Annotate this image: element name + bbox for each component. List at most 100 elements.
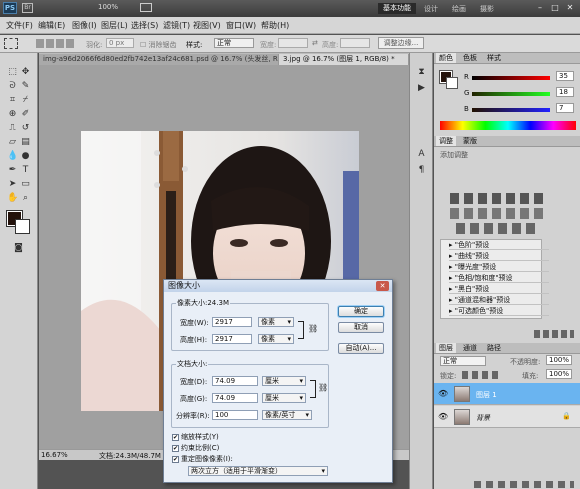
resolution-input[interactable]: 100 <box>212 410 258 420</box>
g-value-input[interactable]: 18 <box>556 87 574 97</box>
pixel-height-input[interactable]: 2917 <box>212 334 252 344</box>
workspace-photography[interactable]: 摄影 <box>480 4 494 14</box>
pen-tool-icon[interactable]: ✒ <box>7 165 18 176</box>
swap-icon[interactable]: ⇄ <box>312 39 318 47</box>
auto-button[interactable]: 自动(A)... <box>338 343 384 354</box>
paragraph-panel-icon[interactable]: ¶ <box>416 165 427 176</box>
menu-select[interactable]: 选择(S) <box>131 20 158 31</box>
maximize-button[interactable]: □ <box>549 3 561 13</box>
clone-stamp-icon[interactable]: ⎍ <box>7 123 18 134</box>
width-input[interactable] <box>278 38 308 48</box>
quick-mask-icon[interactable]: ◙ <box>13 243 24 254</box>
g-slider[interactable] <box>472 92 550 96</box>
layer-row-layer1[interactable]: 👁 图层 1 <box>434 383 580 405</box>
zoom-status[interactable]: 16.67% <box>41 451 68 459</box>
brush-tool-icon[interactable]: ✐ <box>20 109 31 120</box>
arrange-docs-icon[interactable] <box>140 3 152 12</box>
doc-height-unit-select[interactable]: 厘米 <box>262 393 306 403</box>
menu-edit[interactable]: 编辑(E) <box>38 20 65 31</box>
pixel-width-input[interactable]: 2917 <box>212 317 252 327</box>
preset-curves[interactable]: ▸ "曲线"预设 <box>449 251 549 261</box>
adjust-panel-footer-icons[interactable] <box>534 330 574 338</box>
path-select-icon[interactable]: ➤ <box>7 179 18 190</box>
quick-select-icon[interactable]: ✎ <box>20 81 31 92</box>
visibility-eye-icon[interactable]: 👁 <box>438 412 448 421</box>
menu-file[interactable]: 文件(F) <box>6 20 33 31</box>
adjustment-icons-row2[interactable] <box>450 208 548 219</box>
tab-layers[interactable]: 图层 <box>436 343 456 353</box>
doc-width-unit-select[interactable]: 厘米 <box>262 376 306 386</box>
zoom-tool-icon[interactable]: ⌕ <box>20 193 31 204</box>
preset-selective-color[interactable]: ▸ "可选颜色"预设 <box>449 306 549 316</box>
pixel-height-unit-select[interactable]: 像素 <box>258 334 294 344</box>
height-input[interactable] <box>340 38 370 48</box>
opacity-input[interactable]: 100% <box>546 355 572 365</box>
layer-row-background[interactable]: 👁 背景 🔒 <box>434 406 580 428</box>
layer-name[interactable]: 图层 1 <box>476 390 497 400</box>
selection-mode-icons[interactable] <box>36 39 76 48</box>
r-slider[interactable] <box>472 76 550 80</box>
close-button[interactable]: ✕ <box>564 3 576 13</box>
minimize-button[interactable]: – <box>534 3 546 13</box>
preset-levels[interactable]: ▸ "色阶"预设 <box>449 240 549 250</box>
tab-channels[interactable]: 通道 <box>460 343 480 353</box>
doc-height-input[interactable]: 74.09 <box>212 393 258 403</box>
constrain-proportions-checkbox[interactable]: ✔ 约束比例(C) <box>172 443 219 453</box>
workspace-painting[interactable]: 绘画 <box>452 4 466 14</box>
hand-tool-icon[interactable]: ✋ <box>7 193 18 204</box>
blend-mode-select[interactable]: 正常 <box>440 356 486 366</box>
resample-checkbox[interactable]: ✔ 重定图像像素(I): <box>172 454 233 464</box>
zoom-level-display[interactable]: 100% <box>98 3 118 11</box>
tab-adjustments[interactable]: 调整 <box>436 136 456 146</box>
resample-method-select[interactable]: 两次立方（适用于平滑渐变） <box>188 466 328 476</box>
doc-width-input[interactable]: 74.09 <box>212 376 258 386</box>
crop-tool-icon[interactable]: ⌗ <box>7 95 18 106</box>
tab-color[interactable]: 颜色 <box>436 53 456 63</box>
b-slider[interactable] <box>472 108 550 112</box>
ok-button[interactable]: 确定 <box>338 306 384 317</box>
style-select[interactable]: 正常 <box>214 38 254 48</box>
antialias-checkbox[interactable]: ☐ 消除锯齿 <box>140 40 177 50</box>
healing-brush-icon[interactable]: ⊕ <box>7 109 18 120</box>
cancel-button[interactable]: 取消 <box>338 322 384 333</box>
tab-masks[interactable]: 蒙版 <box>460 136 480 146</box>
adjustment-icons-row1[interactable] <box>450 193 548 204</box>
pixel-width-unit-select[interactable]: 像素 <box>258 317 294 327</box>
preset-channel-mixer[interactable]: ▸ "通道混和器"预设 <box>449 295 549 305</box>
feather-input[interactable]: 0 px <box>106 38 134 48</box>
scale-styles-checkbox[interactable]: ✔ 缩放样式(Y) <box>172 432 219 442</box>
adjustment-icons-row3[interactable] <box>456 223 540 234</box>
workspace-active-button[interactable]: 基本功能 <box>378 3 416 14</box>
fill-input[interactable]: 100% <box>546 369 572 379</box>
menu-window[interactable]: 窗口(W) <box>226 20 256 31</box>
gradient-tool-icon[interactable]: ▤ <box>20 137 31 148</box>
menu-layer[interactable]: 图层(L) <box>101 20 128 31</box>
type-tool-icon[interactable]: T <box>20 165 31 176</box>
lasso-tool-icon[interactable]: ᘐ <box>7 81 18 92</box>
tab-paths[interactable]: 路径 <box>484 343 504 353</box>
shape-tool-icon[interactable]: ▭ <box>20 179 31 190</box>
menu-filter[interactable]: 滤镜(T) <box>163 20 190 31</box>
preset-black-white[interactable]: ▸ "黑白"预设 <box>449 284 549 294</box>
tab-swatches[interactable]: 色板 <box>460 53 480 63</box>
preset-exposure[interactable]: ▸ "曝光度"预设 <box>449 262 549 272</box>
background-color-swatch[interactable] <box>15 219 30 234</box>
layers-footer-icons[interactable] <box>474 481 574 488</box>
move-tool-icon[interactable]: ✥ <box>20 67 31 78</box>
marquee-tool-icon[interactable]: ⬚ <box>7 67 18 78</box>
history-panel-icon[interactable]: ⧗ <box>416 67 427 78</box>
tab-jpg-document[interactable]: 3.jpg @ 16.7% (图层 1, RGB/8) * <box>279 54 409 65</box>
preset-hue-saturation[interactable]: ▸ "色相/饱和度"预设 <box>449 273 549 283</box>
b-value-input[interactable]: 7 <box>556 103 574 113</box>
blur-tool-icon[interactable]: 💧 <box>7 151 18 162</box>
lock-icons[interactable] <box>462 371 502 379</box>
menu-view[interactable]: 视图(V) <box>193 20 221 31</box>
marquee-tool-icon[interactable] <box>4 38 18 49</box>
resolution-unit-select[interactable]: 像素/英寸 <box>262 410 312 420</box>
character-panel-icon[interactable]: A <box>416 149 427 160</box>
minibridge-icon[interactable]: Br <box>22 3 33 13</box>
dodge-tool-icon[interactable]: ● <box>20 151 31 162</box>
actions-panel-icon[interactable]: ▶ <box>416 83 427 94</box>
menu-help[interactable]: 帮助(H) <box>261 20 289 31</box>
history-brush-icon[interactable]: ↺ <box>20 123 31 134</box>
